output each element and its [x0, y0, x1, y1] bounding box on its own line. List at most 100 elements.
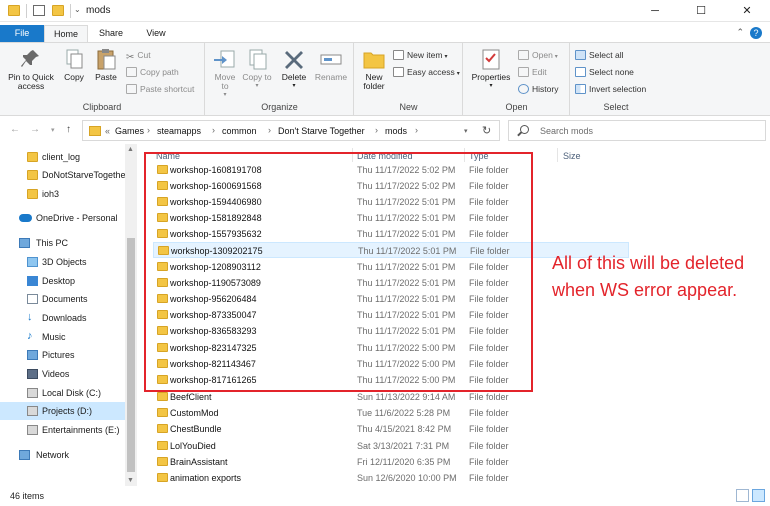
- nav-item-onedrive[interactable]: OneDrive - Personal: [0, 209, 125, 227]
- table-row[interactable]: workshop-1600691568 Thu 11/17/2022 5:02 P…: [153, 178, 528, 194]
- table-row[interactable]: workshop-956206484 Thu 11/17/2022 5:01 PM…: [153, 291, 528, 307]
- new-folder-button[interactable]: New folder: [357, 47, 391, 91]
- properties-quick-icon[interactable]: [33, 5, 45, 16]
- help-icon[interactable]: ?: [750, 27, 762, 39]
- pin-to-quick-access-button[interactable]: Pin to Quick access: [4, 47, 58, 91]
- column-divider[interactable]: [464, 148, 465, 162]
- nav-item-local-disk-c[interactable]: Local Disk (C:): [0, 384, 125, 402]
- nav-item-client-log[interactable]: client_log: [0, 148, 125, 166]
- table-row[interactable]: workshop-823147325 Thu 11/17/2022 5:00 PM…: [153, 340, 528, 356]
- nav-item-network[interactable]: Network: [0, 446, 125, 464]
- recent-locations-icon[interactable]: ▾: [51, 126, 55, 134]
- table-row[interactable]: BrainAssistant Fri 12/11/2020 6:35 PM File…: [153, 454, 528, 470]
- tab-file[interactable]: File: [0, 25, 44, 43]
- table-row[interactable]: CustomMod Tue 11/6/2022 5:28 PM File folde…: [153, 405, 528, 421]
- breadcrumb-item[interactable]: Don't Starve Together: [278, 126, 365, 136]
- search-box[interactable]: Search mods: [508, 120, 766, 141]
- navigation-scrollbar[interactable]: ▲ ▼: [125, 144, 137, 486]
- table-row[interactable]: ChestBundle Thu 4/15/2021 8:42 PM File fol…: [153, 421, 528, 437]
- column-header-size[interactable]: Size: [563, 151, 581, 161]
- nav-item-ioh3[interactable]: ioh3: [0, 185, 125, 203]
- column-divider[interactable]: [352, 148, 353, 162]
- breadcrumb-item[interactable]: Games: [115, 126, 144, 136]
- column-header-date[interactable]: Date modified: [357, 151, 413, 161]
- address-bar[interactable]: « Games › steamapps › common › Don't Sta…: [82, 120, 500, 141]
- nav-item-donotstarvetogether[interactable]: DoNotStarveTogether: [0, 166, 125, 184]
- table-row[interactable]: BeefClient Sun 11/13/2022 9:14 AM File fol…: [153, 389, 528, 405]
- up-icon[interactable]: ↑: [66, 124, 71, 135]
- scrollbar-thumb[interactable]: [127, 238, 135, 472]
- properties-button[interactable]: Properties ▾: [468, 47, 514, 91]
- nav-item-documents[interactable]: Documents: [0, 290, 125, 308]
- select-none-button[interactable]: Select none: [575, 65, 634, 79]
- paste-button[interactable]: Paste: [90, 47, 122, 82]
- table-row[interactable]: workshop-1557935632 Thu 11/17/2022 5:01 P…: [153, 226, 528, 242]
- history-button[interactable]: History: [518, 82, 558, 96]
- table-row[interactable]: workshop-873350047 Thu 11/17/2022 5:01 PM…: [153, 307, 528, 323]
- large-icons-view-icon[interactable]: [752, 489, 765, 502]
- tab-view[interactable]: View: [134, 25, 178, 43]
- chevron-down-icon[interactable]: ⌄: [74, 5, 82, 16]
- chevron-right-icon[interactable]: ›: [147, 125, 150, 135]
- tab-share[interactable]: Share: [88, 25, 134, 43]
- column-divider[interactable]: [557, 148, 558, 162]
- nav-item-3d-objects[interactable]: 3D Objects: [0, 253, 125, 271]
- breadcrumb-item[interactable]: mods: [385, 126, 407, 136]
- table-row[interactable]: workshop-817161265 Thu 11/17/2022 5:00 PM…: [153, 372, 528, 388]
- file-list-scrollbar[interactable]: [758, 144, 770, 486]
- scroll-up-icon[interactable]: ▲: [127, 146, 134, 153]
- select-all-button[interactable]: Select all: [575, 48, 624, 62]
- copy-button[interactable]: Copy: [60, 47, 88, 82]
- details-view-icon[interactable]: [736, 489, 749, 502]
- table-row[interactable]: animation exports Sun 12/6/2020 10:00 PM F…: [153, 470, 528, 486]
- table-row[interactable]: workshop-1594406980 Thu 11/17/2022 5:01 P…: [153, 194, 528, 210]
- nav-item-pictures[interactable]: Pictures: [0, 346, 125, 364]
- delete-button[interactable]: Delete ▾: [278, 47, 310, 91]
- back-icon[interactable]: ←: [10, 124, 20, 135]
- nav-item-entertainments-e[interactable]: Entertainments (E:): [0, 421, 125, 439]
- new-folder-quick-icon[interactable]: [52, 5, 64, 16]
- copy-to-button[interactable]: Copy to ▾: [242, 47, 272, 91]
- cut-button[interactable]: ✂ Cut: [126, 48, 151, 63]
- nav-item-desktop[interactable]: Desktop: [0, 272, 125, 290]
- forward-icon[interactable]: →: [30, 124, 40, 135]
- maximize-button[interactable]: ☐: [678, 0, 724, 22]
- table-row[interactable]: workshop-1608191708 Thu 11/17/2022 5:02 P…: [153, 162, 528, 178]
- chevron-right-icon[interactable]: ›: [212, 125, 215, 135]
- minimize-button[interactable]: ─: [632, 0, 678, 22]
- copy-path-button[interactable]: Copy path: [126, 65, 179, 79]
- address-dropdown-icon[interactable]: ▾: [464, 127, 468, 135]
- nav-item-this-pc[interactable]: This PC: [0, 234, 125, 252]
- edit-button[interactable]: Edit: [518, 65, 547, 79]
- table-row[interactable]: workshop-1581892848 Thu 11/17/2022 5:01 P…: [153, 210, 528, 226]
- move-to-button[interactable]: Move to ▾: [210, 47, 240, 100]
- table-row[interactable]: workshop-1208903112 Thu 11/17/2022 5:01 P…: [153, 259, 528, 275]
- open-button[interactable]: Open ▾: [518, 48, 558, 62]
- nav-item-music[interactable]: ♪ Music: [0, 328, 125, 346]
- column-header-type[interactable]: Type: [469, 151, 489, 161]
- easy-access-button[interactable]: Easy access ▾: [393, 65, 460, 79]
- breadcrumb-item[interactable]: common: [222, 126, 257, 136]
- tab-home[interactable]: Home: [44, 25, 88, 43]
- nav-item-projects-d[interactable]: Projects (D:): [0, 402, 125, 420]
- paste-shortcut-button[interactable]: Paste shortcut: [126, 82, 194, 96]
- chevron-right-icon[interactable]: ›: [268, 125, 271, 135]
- rename-button[interactable]: Rename: [312, 47, 350, 82]
- table-row[interactable]: LolYouDied Sat 3/13/2021 7:31 PM File fold…: [153, 438, 528, 454]
- collapse-ribbon-icon[interactable]: ⌃: [736, 27, 744, 38]
- close-button[interactable]: ✕: [724, 0, 770, 22]
- chevron-right-icon[interactable]: ›: [415, 125, 418, 135]
- column-header-name[interactable]: Name: [156, 151, 180, 161]
- scroll-down-icon[interactable]: ▼: [127, 477, 134, 484]
- nav-item-downloads[interactable]: ↓ Downloads: [0, 309, 125, 327]
- nav-item-videos[interactable]: Videos: [0, 365, 125, 383]
- table-row[interactable]: workshop-1190573089 Thu 11/17/2022 5:01 P…: [153, 275, 528, 291]
- chevron-right-icon[interactable]: ›: [375, 125, 378, 135]
- breadcrumb-item[interactable]: steamapps: [157, 126, 201, 136]
- table-row[interactable]: workshop-821143467 Thu 11/17/2022 5:00 PM…: [153, 356, 528, 372]
- refresh-icon[interactable]: ↻: [482, 124, 491, 137]
- breadcrumb-overflow[interactable]: «: [105, 126, 110, 136]
- table-row[interactable]: workshop-836583293 Thu 11/17/2022 5:01 PM…: [153, 323, 528, 339]
- new-item-button[interactable]: New item ▾: [393, 48, 447, 62]
- invert-selection-button[interactable]: Invert selection: [575, 82, 646, 96]
